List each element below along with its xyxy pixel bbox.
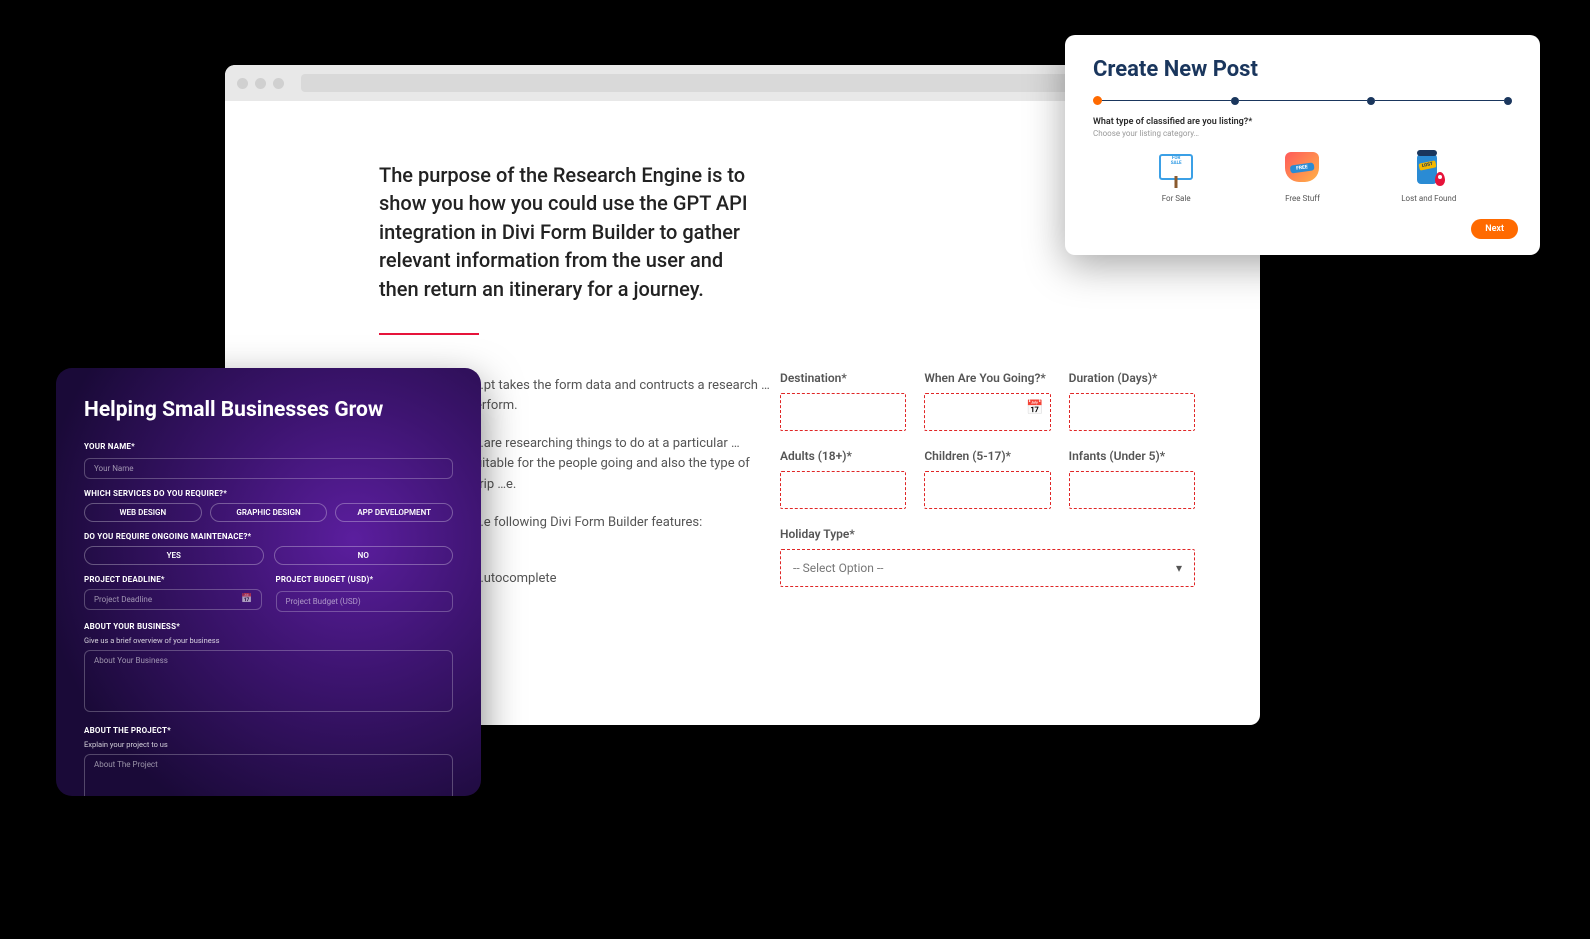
select-holiday-type[interactable]: -- Select Option -- ▾: [780, 549, 1195, 587]
cat-label: Lost and Found: [1389, 194, 1469, 203]
traffic-light-close[interactable]: [237, 78, 248, 89]
input-destination[interactable]: [780, 393, 906, 431]
label-your-name: YOUR NAME*: [84, 442, 453, 451]
stepper: [1093, 96, 1512, 105]
next-button[interactable]: Next: [1471, 219, 1518, 239]
step-2[interactable]: [1231, 97, 1239, 105]
label-children: Children (5-17)*: [924, 449, 1050, 463]
label-about-project: ABOUT THE PROJECT*: [84, 726, 453, 735]
maint-no[interactable]: NO: [274, 546, 454, 565]
desc-p3: …e following Divi Form Builder features:: [475, 513, 770, 533]
create-post-title: Create New Post: [1093, 57, 1512, 82]
maintenance-row: YES NO: [84, 546, 453, 565]
textarea-about-business[interactable]: [84, 650, 453, 712]
research-form: Destination* When Are You Going?* 📅 Dura…: [780, 371, 1195, 587]
step-line: [1375, 100, 1504, 102]
post-subtext: Choose your listing category…: [1093, 129, 1512, 138]
field-children: Children (5-17)*: [924, 449, 1050, 509]
cat-label: For Sale: [1136, 194, 1216, 203]
field-holiday-type: Holiday Type* -- Select Option -- ▾: [780, 527, 1195, 587]
sub-about-business: Give us a brief overview of your busines…: [84, 636, 453, 645]
step-line: [1239, 100, 1368, 102]
input-when[interactable]: 📅: [924, 393, 1050, 431]
textarea-about-project[interactable]: [84, 754, 453, 796]
service-graphic-design[interactable]: GRAPHIC DESIGN: [210, 503, 328, 522]
field-destination: Destination*: [780, 371, 906, 431]
label-budget: PROJECT BUDGET (USD)*: [276, 575, 454, 584]
label-services: WHICH SERVICES DO YOU REQUIRE?*: [84, 489, 453, 498]
label-destination: Destination*: [780, 371, 906, 385]
desc-p1: …pt takes the form data and contructs a …: [475, 376, 770, 416]
label-about-business: ABOUT YOUR BUSINESS*: [84, 622, 453, 631]
input-your-name[interactable]: [84, 458, 453, 479]
intro-underline: [379, 333, 479, 335]
label-maintenance: DO YOU REQUIRE ONGOING MAINTENACE?*: [84, 532, 453, 541]
input-infants[interactable]: [1069, 471, 1195, 509]
service-web-design[interactable]: WEB DESIGN: [84, 503, 202, 522]
input-budget[interactable]: [276, 591, 454, 612]
field-when: When Are You Going?* 📅: [924, 371, 1050, 431]
field-adults: Adults (18+)*: [780, 449, 906, 509]
service-app-development[interactable]: APP DEVELOPMENT: [335, 503, 453, 522]
chevron-down-icon: ▾: [1176, 561, 1182, 575]
intro-text: The purpose of the Research Engine is to…: [379, 161, 749, 303]
step-line: [1102, 100, 1231, 102]
step-4[interactable]: [1504, 97, 1512, 105]
desc-p4: …utocomplete: [475, 569, 770, 589]
intro-block: The purpose of the Research Engine is to…: [379, 161, 749, 335]
lost-found-icon: LOST: [1409, 148, 1449, 188]
post-question: What type of classified are you listing?…: [1093, 117, 1512, 127]
create-post-card: Create New Post What type of classified …: [1065, 35, 1540, 255]
step-1[interactable]: [1093, 96, 1102, 105]
field-duration: Duration (Days)*: [1069, 371, 1195, 431]
business-form-title: Helping Small Businesses Grow: [84, 398, 453, 422]
label-duration: Duration (Days)*: [1069, 371, 1195, 385]
calendar-icon: 📅: [241, 594, 252, 604]
label-infants: Infants (Under 5)*: [1069, 449, 1195, 463]
field-infants: Infants (Under 5)*: [1069, 449, 1195, 509]
cat-lost-found[interactable]: LOST Lost and Found: [1389, 148, 1469, 203]
calendar-icon: 📅: [1026, 400, 1043, 416]
desc-p2: …are researching things to do at a parti…: [475, 434, 770, 494]
traffic-light-max[interactable]: [273, 78, 284, 89]
cat-for-sale[interactable]: FORSALE For Sale: [1136, 148, 1216, 203]
label-deadline: PROJECT DEADLINE*: [84, 575, 262, 584]
label-when: When Are You Going?*: [924, 371, 1050, 385]
for-sale-icon: FORSALE: [1156, 148, 1196, 188]
traffic-light-min[interactable]: [255, 78, 266, 89]
input-duration[interactable]: [1069, 393, 1195, 431]
label-holiday-type: Holiday Type*: [780, 527, 1195, 541]
select-placeholder: -- Select Option --: [793, 561, 883, 575]
maint-yes[interactable]: YES: [84, 546, 264, 565]
label-adults: Adults (18+)*: [780, 449, 906, 463]
sub-about-project: Explain your project to us: [84, 740, 453, 749]
input-deadline-ph: Project Deadline: [94, 595, 152, 604]
category-row: FORSALE For Sale FREE Free Stuff LOST Lo…: [1093, 148, 1512, 203]
cat-label: Free Stuff: [1262, 194, 1342, 203]
free-stuff-icon: FREE: [1282, 148, 1322, 188]
input-children[interactable]: [924, 471, 1050, 509]
input-deadline-wrap[interactable]: Project Deadline 📅: [84, 589, 262, 610]
cat-free-stuff[interactable]: FREE Free Stuff: [1262, 148, 1342, 203]
input-adults[interactable]: [780, 471, 906, 509]
step-3[interactable]: [1367, 97, 1375, 105]
business-form-card: Helping Small Businesses Grow YOUR NAME*…: [56, 368, 481, 796]
services-row: WEB DESIGN GRAPHIC DESIGN APP DEVELOPMEN…: [84, 503, 453, 522]
description-block: …pt takes the form data and contructs a …: [475, 376, 770, 607]
